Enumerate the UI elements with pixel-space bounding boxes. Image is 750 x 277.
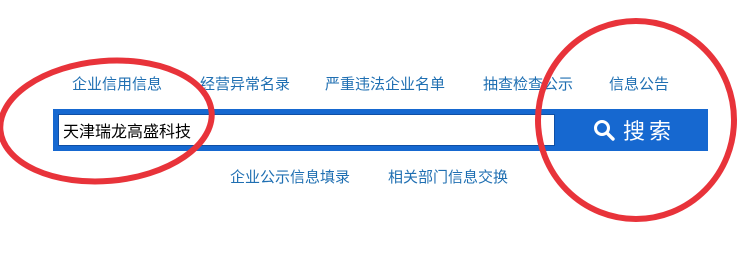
- search-button-label: 搜索: [622, 120, 675, 145]
- nav-department-info-exchange[interactable]: 相关部门信息交换: [388, 166, 508, 188]
- search-input[interactable]: [58, 114, 555, 146]
- nav-spot-check-publicity[interactable]: 抽查检查公示: [483, 73, 573, 95]
- nav-enterprise-credit-info[interactable]: 企业信用信息: [72, 73, 162, 95]
- nav-info-announcement[interactable]: 信息公告: [609, 73, 669, 95]
- top-nav: 企业信用信息 经营异常名录 严重违法企业名单 抽查检查公示 信息公告: [0, 73, 750, 97]
- search-bar: 搜索: [53, 109, 708, 151]
- search-icon: [593, 120, 615, 141]
- nav-enterprise-disclosure-entry[interactable]: 企业公示信息填录: [230, 166, 350, 188]
- bottom-nav: 企业公示信息填录 相关部门信息交换: [0, 166, 750, 188]
- search-button[interactable]: 搜索: [560, 109, 708, 151]
- nav-serious-violation-list[interactable]: 严重违法企业名单: [325, 73, 445, 95]
- nav-abnormal-operations-list[interactable]: 经营异常名录: [200, 73, 290, 95]
